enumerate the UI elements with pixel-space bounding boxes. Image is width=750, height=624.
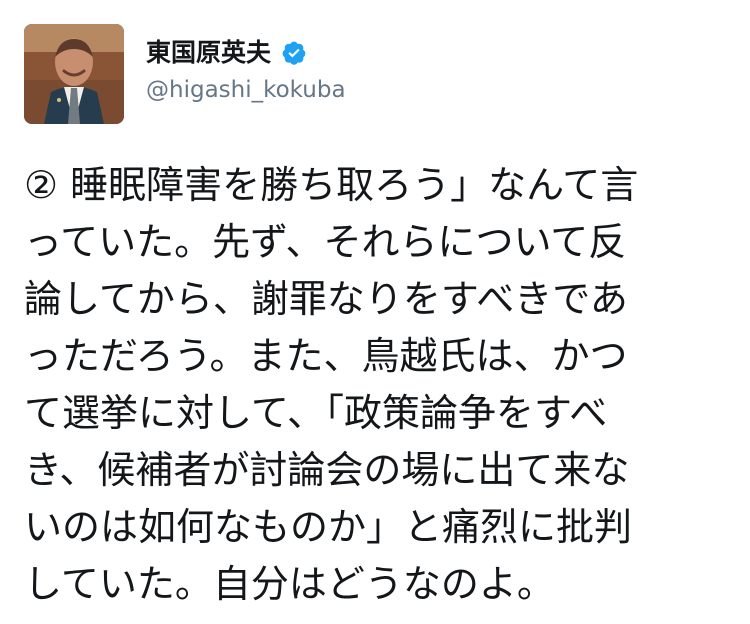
author-display-name[interactable]: 東国原英夫: [146, 35, 271, 71]
tweet-header: 東国原英夫 @higashi_kokuba: [24, 24, 726, 124]
tweet-card: 東国原英夫 @higashi_kokuba ② 睡眠障害を勝ち取ろう」なんて言 …: [0, 0, 750, 624]
verified-badge-icon: [281, 40, 307, 66]
tweet-text-line-6: き、候補者が討論会の場に出て来な: [24, 448, 630, 492]
tweet-text-line-8: していた。自分はどうなのよ。: [24, 562, 555, 606]
tweet-text-line-3: 論してから、謝罪なりをすべきであ: [24, 277, 628, 321]
author-names: 東国原英夫 @higashi_kokuba: [146, 35, 646, 115]
tweet-text-line-2: っていた。先ず、それらについて反: [24, 220, 627, 264]
tweet-text-line-4: っただろう。また、鳥越氏は、かつ: [24, 334, 628, 378]
profile-avatar-icon: [24, 24, 124, 124]
author-avatar[interactable]: [24, 24, 124, 124]
display-name-row: 東国原英夫: [146, 35, 646, 71]
tweet-text-line-5: て選挙に対して、「政策論争をすべ: [24, 391, 608, 435]
tweet-text-line-7: いのは如何なものか」と痛烈に批判: [24, 505, 633, 549]
author-handle[interactable]: @higashi_kokuba: [146, 75, 646, 105]
tweet-body-text: ② 睡眠障害を勝ち取ろう」なんて言 っていた。先ず、それらについて反 論してから…: [24, 157, 726, 612]
tweet-text-line-1: ② 睡眠障害を勝ち取ろう」なんて言: [24, 163, 639, 207]
